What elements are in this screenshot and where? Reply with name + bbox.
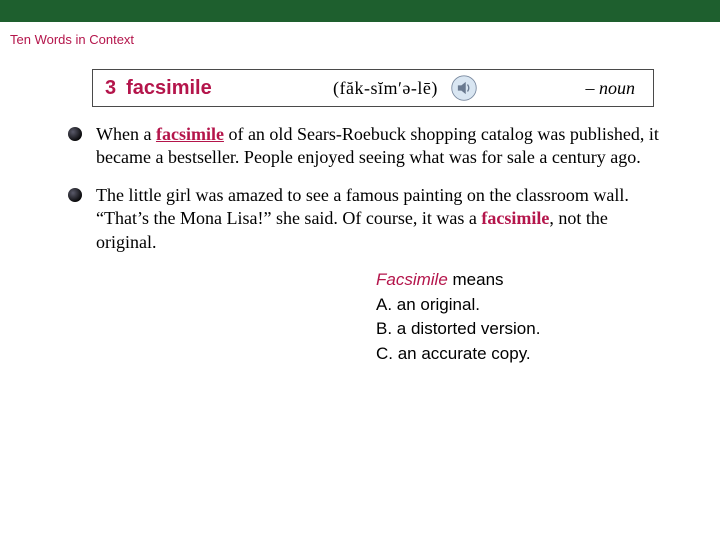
question-block: Facsimile means A. an original. B. a dis… [376,268,720,367]
pronunciation-text: (făk-sĭmʹə-lē) [333,78,438,99]
word-term: facsimile [126,77,212,100]
example-item: When a facsimile of an old Sears-Roebuck… [68,123,664,170]
header-accent-bar [0,0,720,22]
pronunciation-block: (făk-sĭmʹə-lē) [333,74,478,102]
option-b[interactable]: B. a distorted version. [376,317,720,342]
example-text: When a facsimile of an old Sears-Roebuck… [96,123,664,170]
example-item: The little girl was amazed to see a famo… [68,184,664,254]
question-prompt-text: means [448,270,504,289]
vocab-word-box: 3 facsimile (făk-sĭmʹə-lē) – noun [92,69,654,107]
question-term: Facsimile [376,270,448,289]
question-prompt: Facsimile means [376,268,720,293]
speaker-icon[interactable] [450,74,478,102]
example-text: The little girl was amazed to see a famo… [96,184,664,254]
highlight-term: facsimile [156,124,224,144]
part-of-speech: – noun [586,78,636,99]
highlight-term: facsimile [481,208,549,228]
bullet-icon [68,188,82,202]
text-pre: When a [96,124,156,144]
bullet-icon [68,127,82,141]
option-a[interactable]: A. an original. [376,293,720,318]
option-c[interactable]: C. an accurate copy. [376,342,720,367]
section-title: Ten Words in Context [0,22,720,47]
examples-container: When a facsimile of an old Sears-Roebuck… [68,123,664,254]
word-number: 3 [105,77,116,100]
word-box-left: 3 facsimile [105,77,212,100]
